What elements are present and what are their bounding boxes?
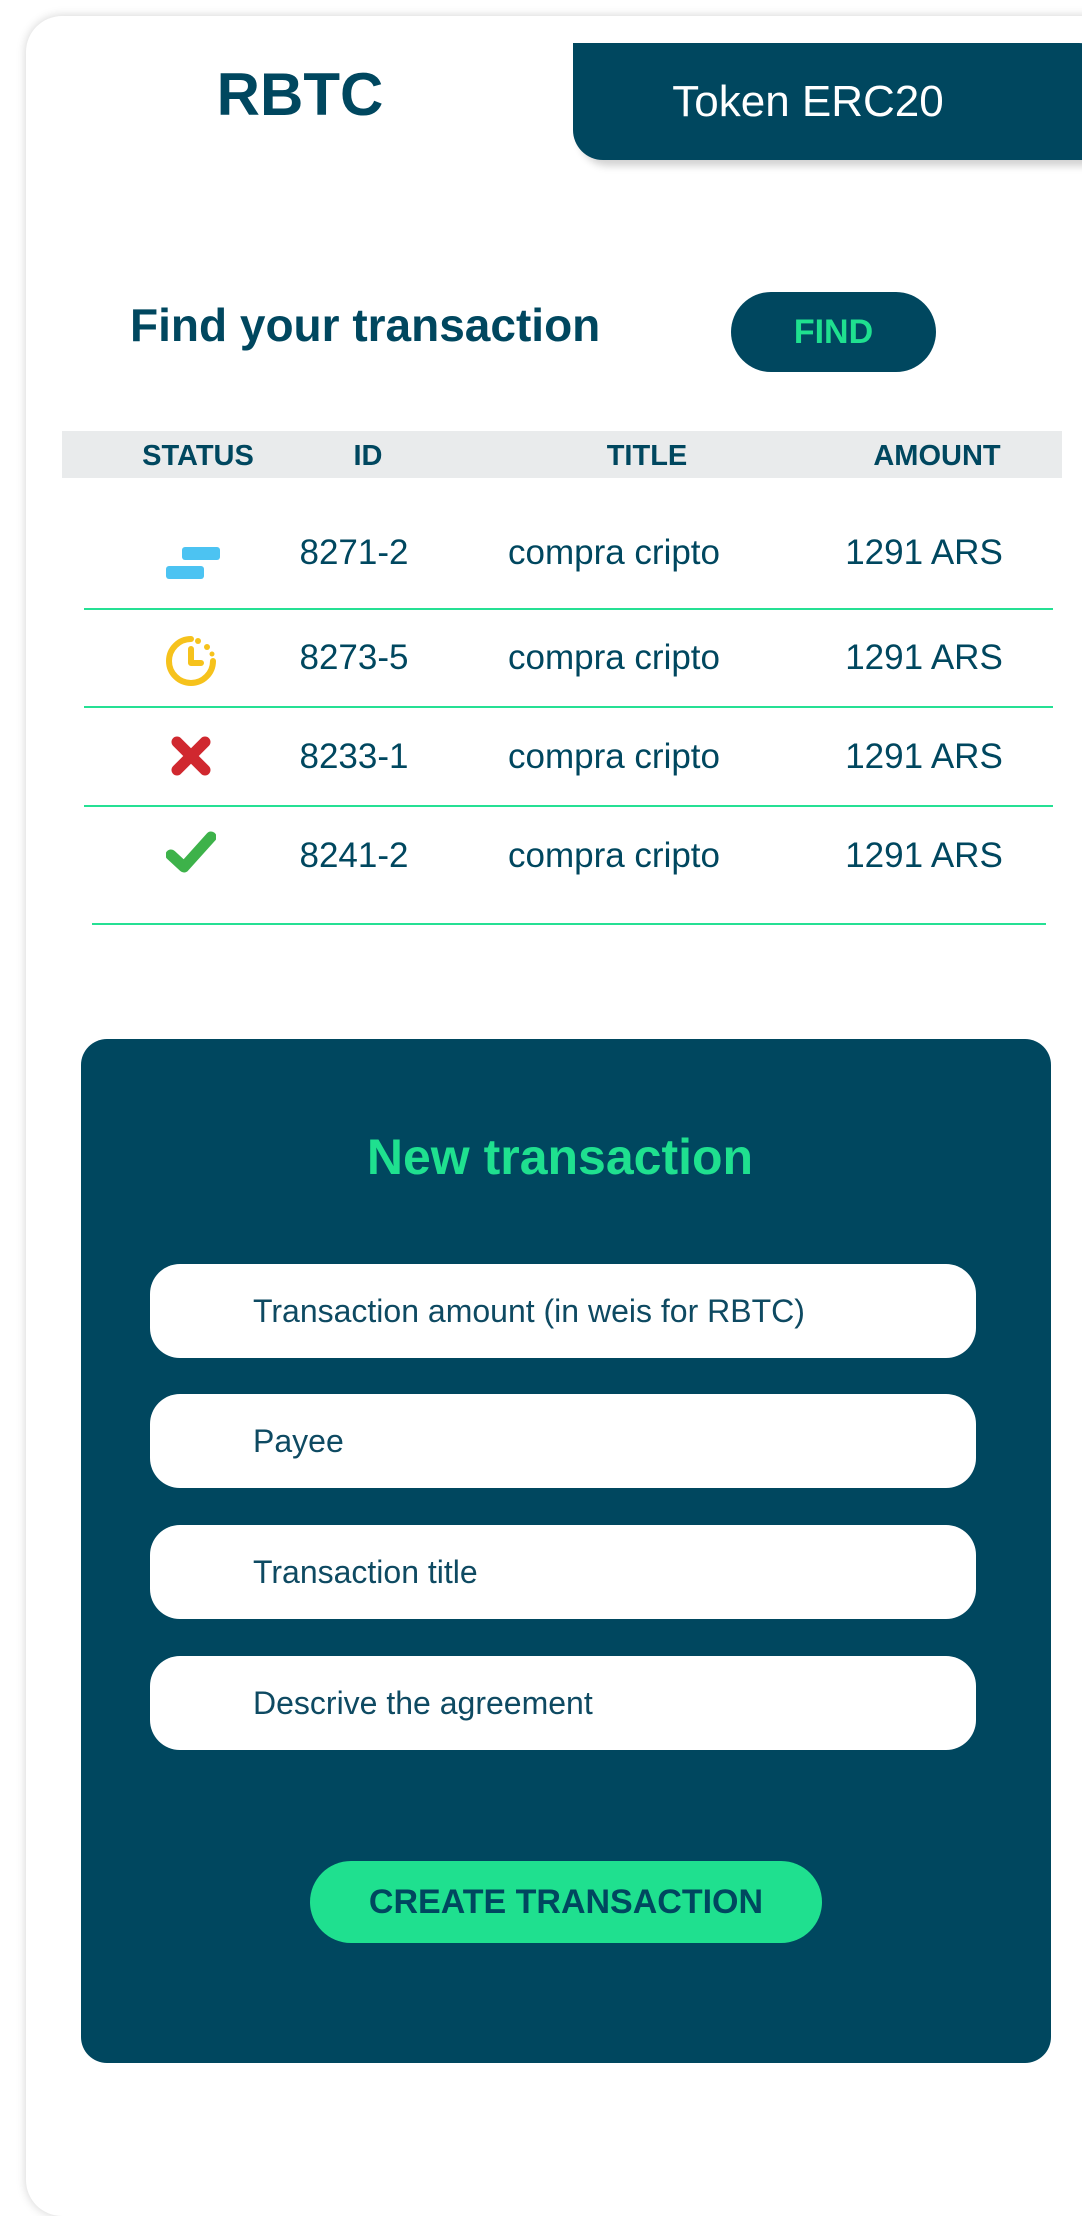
transaction-title-input[interactable]: [150, 1525, 976, 1619]
column-header-status: STATUS: [142, 440, 254, 472]
payee-input[interactable]: [150, 1394, 976, 1488]
column-header-id: ID: [353, 440, 383, 472]
column-header-title: TITLE: [606, 440, 688, 472]
amount-input[interactable]: [150, 1264, 976, 1358]
row-amount: 1291 ARS: [845, 638, 1003, 677]
row-title: compra cripto: [507, 836, 721, 875]
new-transaction-title: New transaction: [366, 1129, 754, 1185]
row-id: 8241-2: [299, 836, 409, 875]
row-amount: 1291 ARS: [845, 533, 1003, 572]
row-amount: 1291 ARS: [845, 737, 1003, 776]
create-transaction-button[interactable]: CREATE TRANSACTION: [310, 1861, 822, 1943]
clock-icon: [166, 636, 216, 686]
row-id: 8273-5: [299, 638, 409, 677]
tab-token-erc20-label: Token ERC20: [672, 76, 944, 126]
row-divider: [84, 706, 1053, 708]
row-amount: 1291 ARS: [845, 836, 1003, 875]
table-bottom-divider: [92, 923, 1046, 925]
x-mark-icon: [171, 736, 211, 776]
row-title: compra cripto: [507, 737, 721, 776]
row-title: compra cripto: [507, 638, 721, 677]
table-header: STATUS ID TITLE AMOUNT: [62, 431, 1062, 478]
row-divider: [84, 608, 1053, 610]
row-divider: [84, 805, 1053, 807]
agreement-input[interactable]: [150, 1656, 976, 1750]
column-header-amount: AMOUNT: [873, 440, 1001, 472]
search-title: Find your transaction: [130, 299, 601, 351]
tab-rbtc[interactable]: RBTC: [26, 60, 574, 129]
progress-bars-icon: [166, 547, 220, 579]
row-title: compra cripto: [507, 533, 721, 572]
row-id: 8271-2: [299, 533, 409, 572]
check-mark-icon: [166, 831, 216, 873]
tab-token-erc20[interactable]: Token ERC20: [573, 43, 1082, 160]
find-button[interactable]: FIND: [731, 292, 936, 372]
row-id: 8233-1: [299, 737, 409, 776]
